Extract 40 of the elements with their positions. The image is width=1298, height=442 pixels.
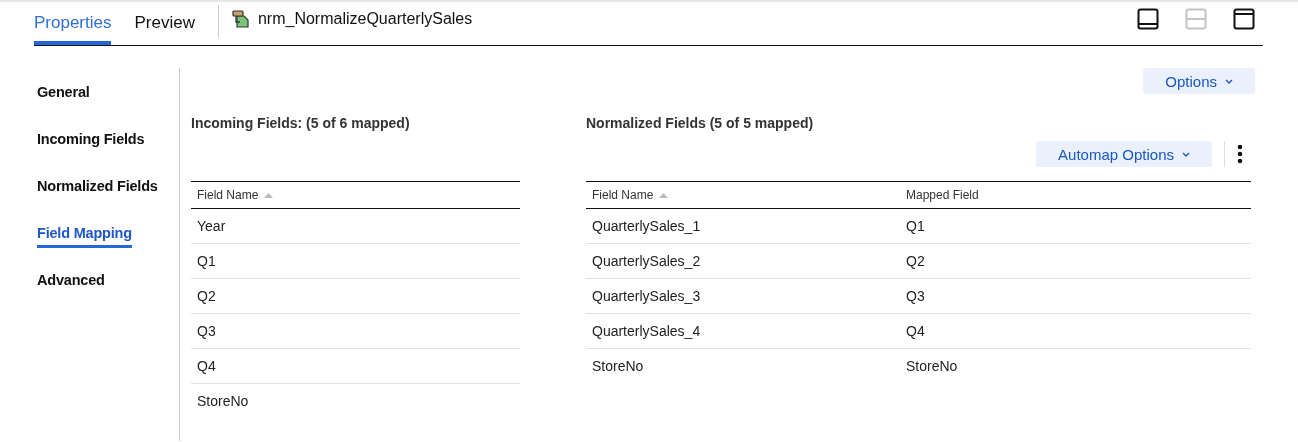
table-cell: Year [191, 209, 520, 244]
table-cell: Q2 [191, 279, 520, 314]
more-options-icon[interactable] [1237, 144, 1243, 164]
panel-title: Normalized Fields (5 of 5 mapped) [586, 115, 815, 131]
sidebar-item[interactable]: Incoming Fields [37, 131, 145, 154]
table-cell: Q4 [191, 349, 520, 384]
table-cell-text: StoreNo [905, 357, 959, 376]
sidebar-item[interactable]: Advanced [37, 272, 105, 295]
table-cell: QuarterlySales_2 [586, 244, 900, 279]
automap-options-button[interactable]: Automap Options [1036, 141, 1212, 167]
table-cell: Q1 [191, 244, 520, 279]
sort-up-icon [659, 192, 669, 198]
object-name: nrm_NormalizeQuarterlySales [257, 10, 473, 28]
table-cell: QuarterlySales_4 [586, 314, 900, 349]
table-cell: QuarterlySales_3 [586, 279, 900, 314]
table-cell: QuarterlySales_1 [586, 209, 900, 244]
panel-title: Incoming Fields: (5 of 6 mapped) [191, 115, 411, 131]
table-cell: Q3 [191, 314, 520, 349]
table-cell: Q4 [900, 314, 1251, 349]
sidebar-item[interactable]: Field Mapping [37, 225, 132, 248]
column-header[interactable]: Field Name [586, 182, 900, 209]
transform-icon [231, 10, 250, 28]
table-cell: Q1 [900, 209, 1251, 244]
bottom-panel-icon [1137, 8, 1159, 30]
tab[interactable]: Properties [34, 2, 112, 45]
split-panel-icon [1185, 8, 1207, 30]
top-panel-icon [1233, 8, 1255, 30]
chevron-down-icon [1225, 78, 1233, 84]
sidebar-item[interactable]: Normalized Fields [37, 178, 158, 201]
table-cell: Q2 [900, 244, 1251, 279]
sidebar-item[interactable]: General [37, 84, 90, 107]
options-button[interactable]: Options [1143, 68, 1255, 94]
table-cell-text: StoreNo [196, 392, 250, 411]
column-header[interactable]: Field Name [191, 182, 520, 209]
table-cell-text: StoreNo [591, 357, 645, 376]
sort-up-icon [264, 192, 274, 198]
table-cell: Q3 [900, 279, 1251, 314]
chevron-down-icon [1182, 151, 1190, 157]
column-header[interactable]: Mapped Field [900, 182, 1251, 209]
tab[interactable]: Preview [134, 2, 195, 45]
